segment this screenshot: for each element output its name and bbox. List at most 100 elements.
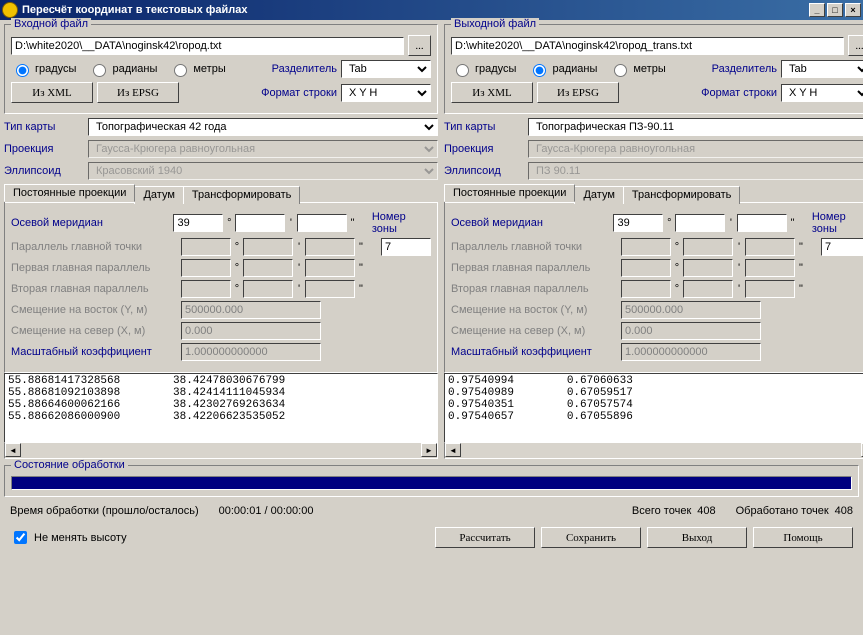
maptype-label-right: Тип карты	[444, 121, 524, 133]
tab-constants-left[interactable]: Постоянные проекции	[4, 184, 135, 202]
ellipsoid-select-right: ПЗ 90.11	[528, 162, 863, 180]
input-lineformat-label: Формат строки	[261, 87, 337, 99]
sp-sec-right	[745, 280, 795, 298]
scroll-left-icon[interactable]: ◄	[445, 443, 461, 457]
footer: Не менять высоту Рассчитать Сохранить Вы…	[4, 521, 859, 554]
scroll-right-icon[interactable]: ►	[421, 443, 437, 457]
input-path[interactable]	[11, 37, 404, 55]
done-label: Обработано точек	[736, 505, 829, 517]
input-lineformat-select[interactable]: X Y H	[341, 84, 431, 102]
minimize-button[interactable]: _	[809, 3, 825, 17]
fe-input-right	[621, 301, 761, 319]
input-delimiter-select[interactable]: Tab	[341, 60, 431, 78]
sf-input-right	[621, 343, 761, 361]
output-browse-button[interactable]: ...	[848, 35, 863, 56]
output-radians-radio[interactable]: радианы	[528, 61, 597, 77]
sf-input-left	[181, 343, 321, 361]
output-lineformat-label: Формат строки	[701, 87, 777, 99]
tabbar-right: Постоянные проекции Датум Трансформирова…	[444, 184, 863, 202]
maximize-button[interactable]: □	[827, 3, 843, 17]
sp-min-left	[243, 280, 293, 298]
input-delimiter-label: Разделитель	[272, 63, 337, 75]
cm-min-left[interactable]	[235, 214, 285, 232]
mp-sec-right	[745, 238, 795, 256]
save-button[interactable]: Сохранить	[541, 527, 641, 548]
coordinates-list-left[interactable]: 55.88681417328568 38.42478030676799 55.8…	[4, 373, 438, 443]
fn-input-left	[181, 322, 321, 340]
total-value: 408	[697, 505, 715, 517]
sp-deg-left	[181, 280, 231, 298]
ellipsoid-select-left: Красовский 1940	[88, 162, 438, 180]
window-title: Пересчёт координат в текстовых файлах	[22, 4, 248, 16]
keep-height-checkbox[interactable]: Не менять высоту	[10, 528, 127, 547]
ellipsoid-label-left: Эллипсоид	[4, 165, 84, 177]
sp-sec-left	[305, 280, 355, 298]
fn-label-right: Смещение на север (X, м)	[451, 325, 619, 337]
scroll-left-icon[interactable]: ◄	[5, 443, 21, 457]
zone-label-right: Номер зоны	[812, 211, 863, 235]
tab-content-left: Осевой меридиан ° ' " Номер зоны Паралле…	[5, 202, 437, 372]
sp-min-right	[683, 280, 733, 298]
tab-constants-right[interactable]: Постоянные проекции	[444, 184, 575, 202]
mp-min-left	[243, 238, 293, 256]
zone-input-right[interactable]	[821, 238, 863, 256]
fn-input-right	[621, 322, 761, 340]
zone-input-left[interactable]	[381, 238, 431, 256]
cm-min-right[interactable]	[675, 214, 725, 232]
app-icon	[2, 2, 18, 18]
titlebar: Пересчёт координат в текстовых файлах _ …	[0, 0, 863, 20]
maptype-select-left[interactable]: Топографическая 42 года	[88, 118, 438, 136]
mp-min-right	[683, 238, 733, 256]
tab-transform-left[interactable]: Трансформировать	[183, 186, 301, 204]
maptype-label-left: Тип карты	[4, 121, 84, 133]
output-from-epsg-button[interactable]: Из EPSG	[537, 82, 619, 103]
output-degrees-radio[interactable]: градусы	[451, 61, 516, 77]
close-button[interactable]: ×	[845, 3, 861, 17]
mp-label-right: Параллель главной точки	[451, 241, 619, 253]
input-degrees-radio[interactable]: градусы	[11, 61, 76, 77]
output-meters-radio[interactable]: метры	[609, 61, 665, 77]
fp-min-left	[243, 259, 293, 277]
zone-label-left: Номер зоны	[372, 211, 431, 235]
mp-sec-left	[305, 238, 355, 256]
cm-sec-right[interactable]	[737, 214, 787, 232]
cm-sec-left[interactable]	[297, 214, 347, 232]
help-button[interactable]: Помощь	[753, 527, 853, 548]
cm-deg-left[interactable]	[173, 214, 223, 232]
fe-input-left	[181, 301, 321, 319]
input-meters-radio[interactable]: метры	[169, 61, 225, 77]
cm-deg-right[interactable]	[613, 214, 663, 232]
projection-label-right: Проекция	[444, 143, 524, 155]
ellipsoid-label-right: Эллипсоид	[444, 165, 524, 177]
scrollbar-right[interactable]: ◄ ►	[444, 443, 863, 459]
output-lineformat-select[interactable]: X Y H	[781, 84, 863, 102]
mp-deg-left	[181, 238, 231, 256]
exit-button[interactable]: Выход	[647, 527, 747, 548]
status-row: Время обработки (прошло/осталось) 00:00:…	[4, 501, 859, 521]
cm-label-left: Осевой меридиан	[11, 217, 171, 229]
sf-label-left: Масштабный коэффициент	[11, 346, 179, 358]
calculate-button[interactable]: Рассчитать	[435, 527, 535, 548]
fp-min-right	[683, 259, 733, 277]
sf-label-right: Масштабный коэффициент	[451, 346, 619, 358]
output-from-xml-button[interactable]: Из XML	[451, 82, 533, 103]
tabbar-left: Постоянные проекции Датум Трансформирова…	[4, 184, 438, 202]
scrollbar-left[interactable]: ◄ ►	[4, 443, 438, 459]
output-path[interactable]	[451, 37, 844, 55]
tab-datum-right[interactable]: Датум	[574, 186, 623, 204]
progress-bar	[11, 476, 852, 490]
tab-transform-right[interactable]: Трансформировать	[623, 186, 741, 204]
output-delimiter-select[interactable]: Tab	[781, 60, 863, 78]
sp-label-left: Вторая главная параллель	[11, 283, 179, 295]
input-browse-button[interactable]: ...	[408, 35, 431, 56]
maptype-select-right[interactable]: Топографическая ПЗ-90.11	[528, 118, 863, 136]
projection-label-left: Проекция	[4, 143, 84, 155]
fn-label-left: Смещение на север (X, м)	[11, 325, 179, 337]
coordinates-list-right[interactable]: 0.97540994 0.67060633 0.97540989 0.67059…	[444, 373, 863, 443]
projection-select-right: Гаусса-Крюгера равноугольная	[528, 140, 863, 158]
input-from-epsg-button[interactable]: Из EPSG	[97, 82, 179, 103]
tab-datum-left[interactable]: Датум	[134, 186, 183, 204]
input-radians-radio[interactable]: радианы	[88, 61, 157, 77]
input-from-xml-button[interactable]: Из XML	[11, 82, 93, 103]
fp-sec-right	[745, 259, 795, 277]
